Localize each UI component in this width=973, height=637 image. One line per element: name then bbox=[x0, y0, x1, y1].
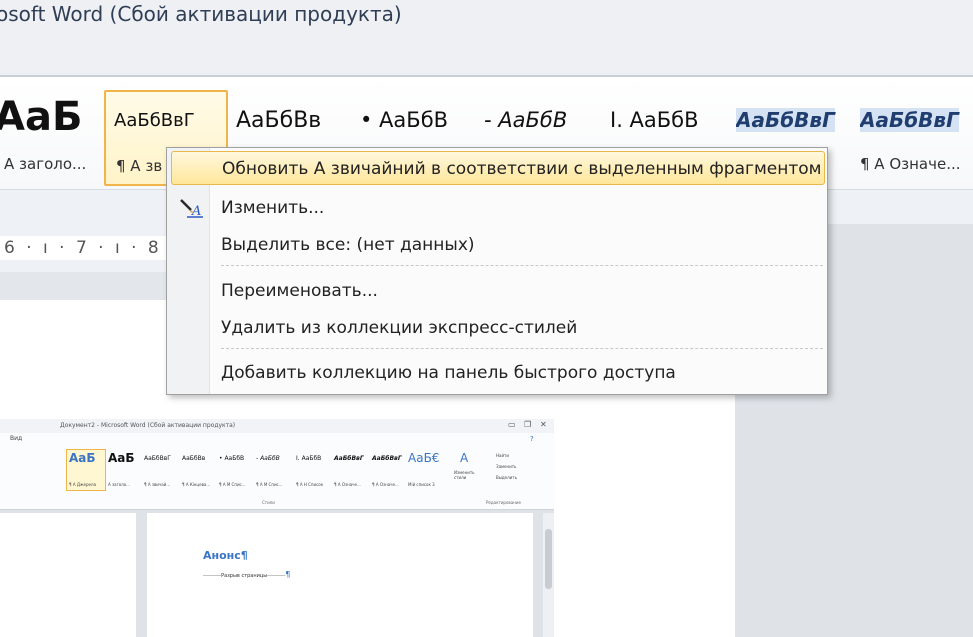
style-sample: • АаБбВ bbox=[360, 108, 449, 132]
embedded-page-left bbox=[0, 513, 136, 637]
style-sample: АаБ bbox=[0, 94, 83, 140]
embedded-style-sample: - АаБбВ bbox=[256, 455, 280, 462]
select-label: Выделить bbox=[496, 475, 517, 480]
menu-item-label: Удалить из коллекции экспресс-стилей bbox=[221, 318, 578, 338]
style-sample: I. АаБбВ bbox=[610, 108, 699, 132]
embedded-title: Документ2 - Microsoft Word (Сбой активац… bbox=[60, 422, 236, 429]
style-sample: - АаБбВ bbox=[484, 108, 568, 132]
help-icon: ? bbox=[530, 435, 534, 443]
menu-item-select-all[interactable]: Выделить все: (нет данных) bbox=[171, 228, 823, 262]
embedded-style-sample: АаБбВвГ bbox=[144, 455, 171, 462]
title-bar: osoft Word (Сбой активации продукта) bbox=[0, 0, 973, 76]
find-label: Найти bbox=[496, 453, 509, 458]
embedded-style-sample: АаБбВвГ bbox=[372, 455, 402, 462]
style-sample: АаБбВвГ bbox=[114, 110, 195, 131]
style-tile-heading[interactable]: АаБ А заголо... bbox=[0, 90, 100, 182]
page-break-label: Разрыв страницы bbox=[221, 573, 268, 579]
style-context-menu: Обновить А звичайний в соответствии с вы… bbox=[166, 147, 828, 395]
embedded-style-label: ¶ А Н Список bbox=[296, 482, 324, 487]
embedded-page: Анонс¶ ──────Разрыв страницы──────¶ bbox=[147, 513, 533, 637]
embedded-heading: Анонс¶ bbox=[203, 549, 248, 562]
style-label: А заголо... bbox=[4, 155, 87, 173]
minimize-icon: ▭ bbox=[508, 420, 516, 429]
embedded-style-label: ¶ А М Спис... bbox=[256, 482, 283, 487]
menu-item-update-style[interactable]: Обновить А звичайний в соответствии с вы… bbox=[171, 151, 825, 185]
embedded-style-sample: АаБ bbox=[108, 451, 135, 465]
style-sample: АаБбВвГ bbox=[736, 108, 835, 132]
window-title: osoft Word (Сбой активации продукта) bbox=[0, 2, 402, 26]
modify-style-icon: A bbox=[180, 199, 203, 219]
menu-item-rename[interactable]: Переименовать... bbox=[171, 274, 823, 308]
embedded-style-label: А заголо... bbox=[108, 482, 130, 487]
embedded-style-label: ¶ А Кінцева... bbox=[182, 482, 211, 487]
embedded-style-label: ¶ А звичай... bbox=[144, 482, 171, 487]
embedded-screenshot: Документ2 - Microsoft Word (Сбой активац… bbox=[0, 419, 554, 637]
embedded-group-labels: Стили Редактирование bbox=[0, 499, 554, 507]
menu-item-modify[interactable]: A Изменить... bbox=[171, 191, 823, 225]
embedded-style-label: ¶ А Означе... bbox=[334, 482, 361, 487]
style-label: ¶ А зв bbox=[116, 157, 163, 175]
embedded-style-sample: • АаБбВ bbox=[219, 455, 245, 462]
change-styles-icon: A bbox=[460, 451, 469, 465]
style-sample: АаБбВвГ bbox=[860, 108, 959, 132]
embedded-style-sample: АаБбВвГ bbox=[334, 455, 364, 462]
menu-item-label: Добавить коллекцию на панель быстрого до… bbox=[221, 363, 676, 383]
style-tile-definition-2[interactable]: АаБбВвГ ¶ А Означе... bbox=[860, 90, 973, 182]
menu-separator bbox=[221, 265, 823, 266]
ruler-ticks: 6 · ı · 7 · ı · 8 · bbox=[4, 238, 179, 258]
menu-item-label: Выделить все: (нет данных) bbox=[221, 235, 475, 255]
embedded-title-bar: Документ2 - Microsoft Word (Сбой активац… bbox=[0, 419, 554, 433]
editing-group-label: Редактирование bbox=[486, 500, 521, 505]
menu-separator bbox=[221, 348, 823, 349]
embedded-style-sample: I. АаБбВ bbox=[296, 455, 322, 462]
menu-item-remove-from-gallery[interactable]: Удалить из коллекции экспресс-стилей bbox=[171, 311, 823, 345]
embedded-style-label: ¶ А Джерела bbox=[69, 482, 97, 487]
menu-item-label: Переименовать... bbox=[221, 281, 378, 301]
change-styles-label: Изменить стили bbox=[454, 470, 475, 480]
close-icon: ✕ bbox=[540, 420, 547, 429]
embedded-style-sample: АаБ bbox=[69, 451, 96, 465]
embedded-tab: Вид bbox=[10, 435, 23, 442]
embedded-style-sample: АаБбВв bbox=[182, 455, 206, 462]
replace-label: Заменить bbox=[496, 464, 517, 469]
styles-group-label: Стили bbox=[262, 500, 275, 505]
embedded-style-label: ¶ А Означе... bbox=[372, 482, 399, 487]
style-sample: АаБбВв bbox=[236, 108, 322, 133]
embedded-style-label: Мій список 3 bbox=[408, 482, 435, 487]
horizontal-ruler[interactable]: 6 · ı · 7 · ı · 8 · bbox=[0, 236, 176, 260]
style-label: ¶ А Означе... bbox=[860, 155, 961, 173]
menu-item-label: Обновить А звичайний в соответствии с вы… bbox=[222, 159, 822, 179]
restore-icon: ❐ bbox=[524, 420, 532, 429]
embedded-style-sample: АаБ€ bbox=[408, 451, 440, 465]
menu-item-add-to-quick-access[interactable]: Добавить коллекцию на панель быстрого до… bbox=[171, 356, 823, 390]
menu-item-label: Изменить... bbox=[221, 198, 325, 218]
embedded-page-break: ──────Разрыв страницы──────¶ bbox=[203, 570, 291, 579]
embedded-scrollbar-thumb bbox=[545, 529, 552, 589]
embedded-style-label: ¶ А М Спис... bbox=[219, 482, 246, 487]
